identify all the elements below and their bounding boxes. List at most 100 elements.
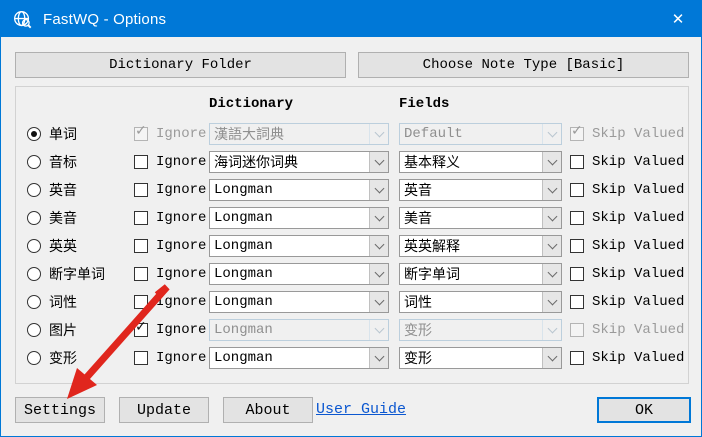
skip-label: Skip Valued — [592, 350, 684, 366]
table-row: 英英 ✓ Ignore Longman 英英解释 ✓ Skip Valued — [16, 235, 688, 257]
dictionary-value: 海词迷你词典 — [210, 152, 369, 172]
check-icon: ✓ — [571, 124, 583, 138]
fields-select[interactable]: 断字单词 — [399, 263, 562, 285]
fields-select[interactable]: 英英解释 — [399, 235, 562, 257]
table-row: 图片 ✓ Ignore Longman 变形 ✓ Skip Valued — [16, 319, 688, 341]
skip-label: Skip Valued — [592, 210, 684, 226]
ignore-label: Ignore — [156, 238, 206, 254]
dictionary-value: Longman — [210, 210, 369, 226]
radio-button[interactable] — [27, 183, 41, 197]
dictionary-value: Longman — [210, 238, 369, 254]
field-value: 断字单词 — [400, 264, 542, 284]
dictionary-folder-button[interactable]: Dictionary Folder — [15, 52, 346, 78]
update-button[interactable]: Update — [119, 397, 209, 423]
radio-button[interactable] — [27, 323, 41, 337]
fields-select[interactable]: 变形 — [399, 347, 562, 369]
radio-button[interactable] — [27, 211, 41, 225]
chevron-down-icon — [542, 264, 561, 284]
radio-button[interactable] — [27, 295, 41, 309]
row-label: 音标 — [49, 152, 77, 172]
dictionary-value: Longman — [210, 266, 369, 282]
dictionary-select[interactable]: Longman — [209, 207, 389, 229]
field-value: Default — [400, 126, 542, 142]
dictionary-select[interactable]: Longman — [209, 347, 389, 369]
dictionary-value: Longman — [210, 294, 369, 310]
fields-select[interactable]: 美音 — [399, 207, 562, 229]
row-label: 英英 — [49, 236, 77, 256]
radio-button[interactable] — [27, 351, 41, 365]
chevron-down-icon — [542, 292, 561, 312]
table-row: 词性 ✓ Ignore Longman 词性 ✓ Skip Valued — [16, 291, 688, 313]
choose-note-type-button[interactable]: Choose Note Type [Basic] — [358, 52, 689, 78]
ignore-checkbox[interactable]: ✓ — [134, 351, 148, 365]
skip-checkbox[interactable]: ✓ — [570, 155, 584, 169]
radio-button[interactable] — [27, 267, 41, 281]
dictionary-select[interactable]: Longman — [209, 291, 389, 313]
skip-label: Skip Valued — [592, 154, 684, 170]
options-table: Dictionary Fields 单词 ✓ Ignore 漢語大詞典 Defa… — [15, 86, 689, 384]
dictionary-select[interactable]: 海词迷你词典 — [209, 151, 389, 173]
ignore-label: Ignore — [156, 210, 206, 226]
settings-button[interactable]: Settings — [15, 397, 105, 423]
chevron-down-icon — [369, 236, 388, 256]
table-row: 英音 ✓ Ignore Longman 英音 ✓ Skip Valued — [16, 179, 688, 201]
dictionary-value: Longman — [210, 350, 369, 366]
row-label: 单词 — [49, 124, 77, 144]
chevron-down-icon — [542, 152, 561, 172]
row-label: 美音 — [49, 208, 77, 228]
chevron-down-icon — [542, 236, 561, 256]
chevron-down-icon — [369, 292, 388, 312]
ignore-checkbox[interactable]: ✓ — [134, 323, 148, 337]
dictionary-value: Longman — [210, 182, 369, 198]
skip-checkbox[interactable]: ✓ — [570, 295, 584, 309]
skip-checkbox[interactable]: ✓ — [570, 239, 584, 253]
skip-checkbox[interactable]: ✓ — [570, 351, 584, 365]
fields-select[interactable]: 变形 — [399, 319, 562, 341]
radio-button[interactable] — [27, 155, 41, 169]
ignore-checkbox[interactable]: ✓ — [134, 183, 148, 197]
skip-checkbox[interactable]: ✓ — [570, 211, 584, 225]
dictionary-select[interactable]: Longman — [209, 235, 389, 257]
close-button[interactable]: ✕ — [655, 1, 701, 37]
field-value: 基本释义 — [400, 152, 542, 172]
dictionary-select[interactable]: Longman — [209, 179, 389, 201]
field-value: 词性 — [400, 292, 542, 312]
dictionary-select[interactable]: Longman — [209, 319, 389, 341]
ignore-checkbox[interactable]: ✓ — [134, 211, 148, 225]
skip-checkbox[interactable]: ✓ — [570, 323, 584, 337]
ignore-checkbox[interactable]: ✓ — [134, 267, 148, 281]
dictionary-select[interactable]: 漢語大詞典 — [209, 123, 389, 145]
radio-button[interactable] — [27, 239, 41, 253]
fields-select[interactable]: 词性 — [399, 291, 562, 313]
ignore-checkbox[interactable]: ✓ — [134, 295, 148, 309]
about-button[interactable]: About — [223, 397, 313, 423]
skip-checkbox[interactable]: ✓ — [570, 183, 584, 197]
skip-label: Skip Valued — [592, 266, 684, 282]
table-row: 美音 ✓ Ignore Longman 美音 ✓ Skip Valued — [16, 207, 688, 229]
dictionary-value: 漢語大詞典 — [210, 124, 369, 144]
skip-checkbox[interactable]: ✓ — [570, 127, 584, 141]
field-value: 美音 — [400, 208, 542, 228]
ignore-checkbox[interactable]: ✓ — [134, 239, 148, 253]
fields-column-header: Fields — [399, 96, 449, 112]
row-label: 词性 — [49, 292, 77, 312]
table-row: 变形 ✓ Ignore Longman 变形 ✓ Skip Valued — [16, 347, 688, 369]
skip-label: Skip Valued — [592, 322, 684, 338]
fields-select[interactable]: 基本释义 — [399, 151, 562, 173]
skip-checkbox[interactable]: ✓ — [570, 267, 584, 281]
radio-button[interactable] — [27, 127, 41, 141]
ok-button[interactable]: OK — [597, 397, 691, 423]
check-icon: ✓ — [135, 124, 147, 138]
ignore-label: Ignore — [156, 126, 206, 142]
chevron-down-icon — [542, 348, 561, 368]
fields-select[interactable]: 英音 — [399, 179, 562, 201]
table-row: 断字单词 ✓ Ignore Longman 断字单词 ✓ Skip Valued — [16, 263, 688, 285]
dictionary-select[interactable]: Longman — [209, 263, 389, 285]
window-title: FastWQ - Options — [43, 11, 166, 28]
chevron-down-icon — [542, 124, 561, 144]
user-guide-link[interactable]: User Guide — [316, 401, 406, 418]
ignore-checkbox[interactable]: ✓ — [134, 127, 148, 141]
fields-select[interactable]: Default — [399, 123, 562, 145]
ignore-checkbox[interactable]: ✓ — [134, 155, 148, 169]
skip-label: Skip Valued — [592, 294, 684, 310]
